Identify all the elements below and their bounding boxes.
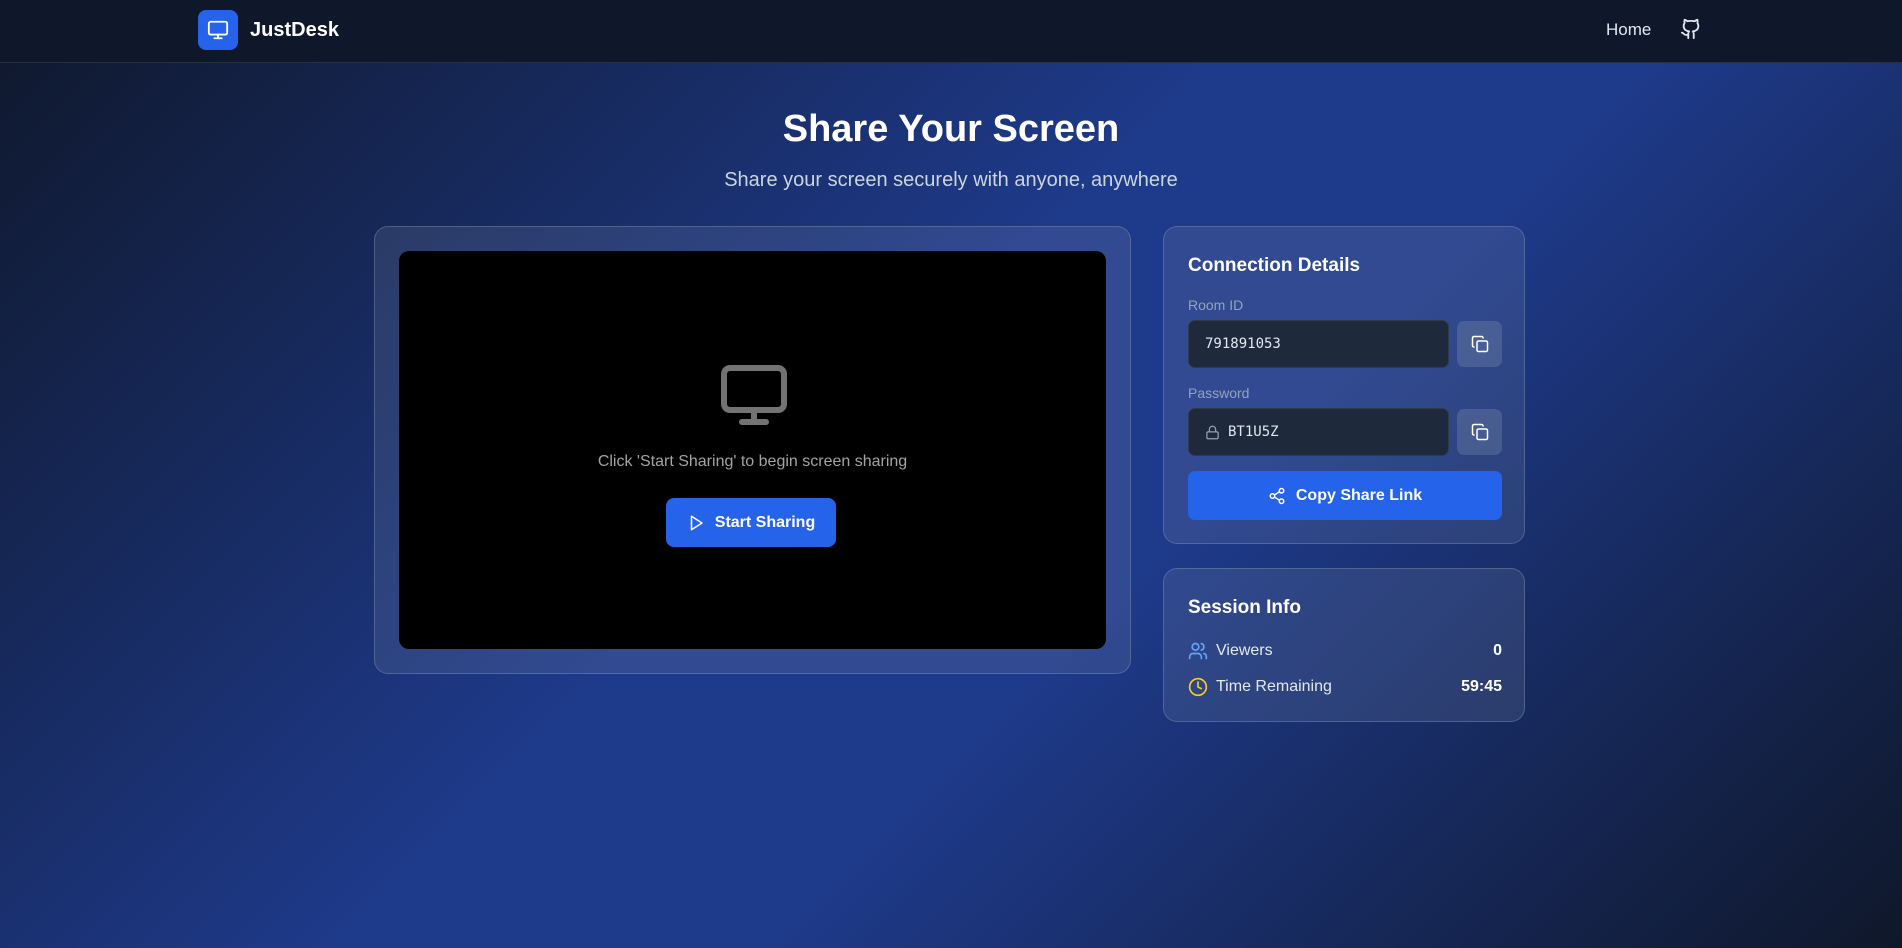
connection-details-card: Connection Details Room ID 791891053 Pas… [1163, 226, 1525, 544]
viewers-count: 0 [1493, 642, 1502, 659]
brand-name: JustDesk [250, 18, 339, 41]
top-navbar: JustDesk Home [0, 0, 1902, 63]
connection-details-title: Connection Details [1188, 255, 1361, 276]
github-link[interactable] [1680, 18, 1704, 42]
password-value: BT1U5Z [1228, 424, 1279, 440]
monitor-icon [207, 20, 229, 40]
copy-room-id-button[interactable] [1457, 321, 1502, 367]
viewers-row: Viewers 0 [1188, 641, 1502, 661]
start-sharing-label: Start Sharing [714, 513, 816, 531]
session-info-card: Session Info Viewers 0 Time Remaining 59… [1163, 568, 1525, 722]
start-sharing-button[interactable]: Start Sharing [666, 498, 836, 547]
copy-icon [1471, 423, 1488, 441]
time-remaining-label: Time Remaining [1216, 678, 1332, 695]
session-info-title: Session Info [1188, 597, 1301, 618]
copy-icon [1471, 335, 1488, 353]
time-remaining-value: 59:45 [1461, 678, 1502, 695]
copy-share-link-label: Copy Share Link [1295, 486, 1423, 504]
screen-share-panel: Click 'Start Sharing' to begin screen sh… [374, 226, 1131, 674]
lock-icon [1205, 425, 1220, 440]
page-subtitle: Share your screen securely with anyone, … [724, 169, 1178, 191]
password-label: Password [1188, 385, 1250, 401]
brand-logo [198, 10, 238, 50]
password-field[interactable]: BT1U5Z [1188, 408, 1449, 456]
time-remaining-row: Time Remaining 59:45 [1188, 677, 1502, 697]
viewers-label: Viewers [1216, 642, 1273, 659]
users-icon [1188, 641, 1208, 661]
room-id-value: 791891053 [1205, 336, 1281, 352]
github-icon [1680, 18, 1700, 40]
screen-hint-text: Click 'Start Sharing' to begin screen sh… [597, 453, 908, 470]
copy-share-link-button[interactable]: Copy Share Link [1188, 471, 1502, 520]
clock-icon [1188, 677, 1208, 697]
play-icon [690, 515, 703, 530]
monitor-icon [721, 365, 787, 425]
room-id-field[interactable]: 791891053 [1188, 320, 1449, 368]
page-title: Share Your Screen [782, 108, 1120, 150]
room-id-label: Room ID [1188, 297, 1244, 313]
brand[interactable]: JustDesk [198, 10, 339, 50]
share-icon [1269, 487, 1285, 504]
copy-password-button[interactable] [1457, 409, 1502, 455]
nav-home-link[interactable]: Home [1606, 20, 1651, 40]
screen-preview: Click 'Start Sharing' to begin screen sh… [399, 251, 1106, 649]
